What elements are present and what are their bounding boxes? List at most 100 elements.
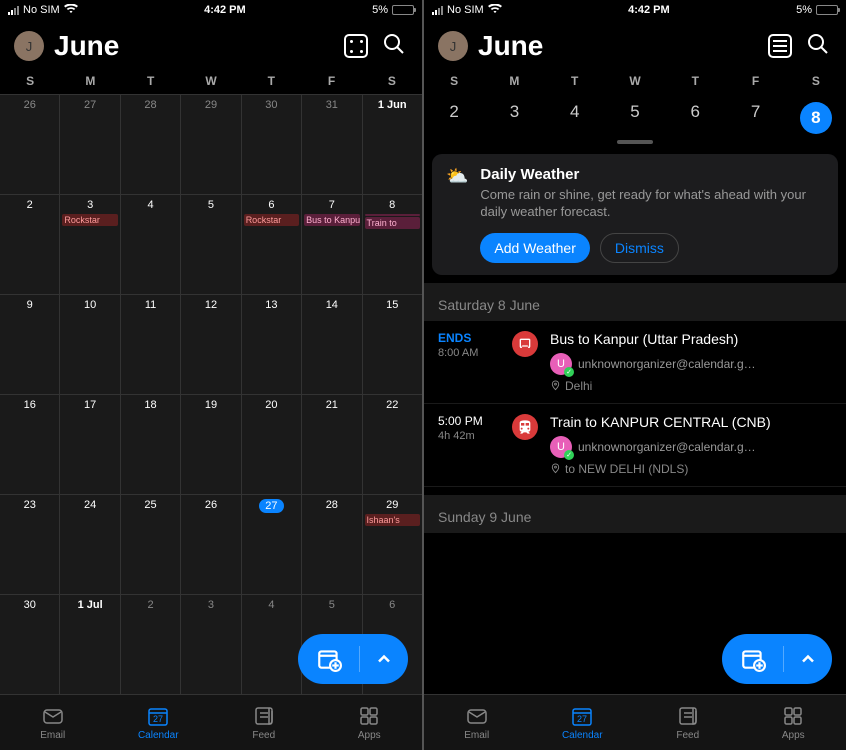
event-chip[interactable]: Train to: [365, 217, 420, 229]
day-cell[interactable]: 28: [121, 95, 181, 194]
add-weather-button[interactable]: Add Weather: [480, 233, 589, 263]
day-cell[interactable]: 9: [0, 295, 60, 394]
month-title[interactable]: June: [478, 30, 756, 62]
event-chip[interactable]: Rockstar: [244, 214, 299, 226]
new-event-button[interactable]: [722, 646, 784, 672]
week-date-row[interactable]: 2345678: [424, 94, 846, 146]
day-cell[interactable]: 20: [242, 395, 302, 494]
battery-percent: 5%: [372, 4, 388, 16]
week-row: 9101112131415: [0, 294, 422, 394]
day-cell[interactable]: 27: [242, 495, 302, 594]
tab-apps[interactable]: Apps: [317, 695, 423, 750]
week-date[interactable]: 7: [725, 102, 785, 134]
day-cell[interactable]: 2: [121, 595, 181, 694]
week-date[interactable]: 6: [665, 102, 725, 134]
week-date[interactable]: 8: [786, 102, 846, 134]
day-number: 14: [304, 297, 359, 313]
event-row[interactable]: 5:00 PM4h 42mTrain to KANPUR CENTRAL (CN…: [424, 404, 846, 487]
mail-icon: [465, 704, 489, 728]
day-cell[interactable]: 7Bus to Kanpur (Utt: [302, 195, 362, 294]
day-cell[interactable]: 3Rockstar: [60, 195, 120, 294]
search-button[interactable]: [804, 32, 832, 60]
tab-email[interactable]: Email: [424, 695, 530, 750]
day-cell[interactable]: 29Ishaan's: [363, 495, 422, 594]
day-cell[interactable]: 19: [181, 395, 241, 494]
day-cell[interactable]: 22: [363, 395, 422, 494]
search-button[interactable]: [380, 32, 408, 60]
day-number: 8: [365, 197, 420, 213]
day-cell[interactable]: 13: [242, 295, 302, 394]
month-grid[interactable]: 2627282930311 Jun23Rockstar456Rockstar7B…: [0, 94, 422, 694]
day-cell[interactable]: 4: [242, 595, 302, 694]
day-cell[interactable]: 25: [121, 495, 181, 594]
day-cell[interactable]: 10: [60, 295, 120, 394]
day-cell[interactable]: 18: [121, 395, 181, 494]
dismiss-weather-button[interactable]: Dismiss: [600, 233, 679, 263]
day-cell[interactable]: 3: [181, 595, 241, 694]
event-chip[interactable]: [365, 214, 420, 216]
tab-feed[interactable]: Feed: [211, 695, 317, 750]
weekday-label: T: [545, 74, 605, 88]
fab[interactable]: [298, 634, 408, 684]
tab-calendar[interactable]: 27Calendar: [530, 695, 636, 750]
section-header: Sunday 9 June: [424, 495, 846, 533]
month-view-button[interactable]: [342, 32, 370, 60]
day-cell[interactable]: 26: [181, 495, 241, 594]
day-cell[interactable]: 11: [121, 295, 181, 394]
day-cell[interactable]: 2: [0, 195, 60, 294]
bus-icon: [512, 331, 538, 357]
week-date[interactable]: 5: [605, 102, 665, 134]
day-cell[interactable]: 21: [302, 395, 362, 494]
day-cell[interactable]: 17: [60, 395, 120, 494]
tab-email[interactable]: Email: [0, 695, 106, 750]
fab-expand-button[interactable]: [784, 649, 832, 669]
day-cell[interactable]: 8 Train to: [363, 195, 422, 294]
weekday-label: S: [424, 74, 484, 88]
fab-expand-button[interactable]: [360, 649, 408, 669]
day-number: 25: [123, 497, 178, 513]
day-cell[interactable]: 4: [121, 195, 181, 294]
week-date[interactable]: 3: [484, 102, 544, 134]
event-row[interactable]: ENDS8:00 AMBus to Kanpur (Uttar Pradesh)…: [424, 321, 846, 404]
week-date[interactable]: 4: [545, 102, 605, 134]
event-chip[interactable]: Ishaan's: [365, 514, 420, 526]
calendar-icon: 27: [570, 704, 594, 728]
day-cell[interactable]: 26: [0, 95, 60, 194]
day-cell[interactable]: 16: [0, 395, 60, 494]
day-cell[interactable]: 29: [181, 95, 241, 194]
status-time: 4:42 PM: [628, 4, 670, 16]
day-number: 29: [365, 497, 420, 513]
week-date[interactable]: 2: [424, 102, 484, 134]
tab-feed[interactable]: Feed: [635, 695, 741, 750]
day-cell[interactable]: 5: [181, 195, 241, 294]
month-title[interactable]: June: [54, 30, 332, 62]
agenda-view-button[interactable]: [766, 32, 794, 60]
day-cell[interactable]: 28: [302, 495, 362, 594]
chevron-up-icon: [374, 649, 394, 669]
day-cell[interactable]: 1 Jun: [363, 95, 422, 194]
day-cell[interactable]: 1 Jul: [60, 595, 120, 694]
day-cell[interactable]: 31: [302, 95, 362, 194]
day-cell[interactable]: 14: [302, 295, 362, 394]
day-cell[interactable]: 12: [181, 295, 241, 394]
day-cell[interactable]: 27: [60, 95, 120, 194]
tab-calendar[interactable]: 27Calendar: [106, 695, 212, 750]
event-chip[interactable]: Bus to Kanpur (Utt: [304, 214, 359, 226]
day-cell[interactable]: 30: [0, 595, 60, 694]
day-cell[interactable]: 15: [363, 295, 422, 394]
day-cell[interactable]: 24: [60, 495, 120, 594]
day-cell[interactable]: 6Rockstar: [242, 195, 302, 294]
avatar[interactable]: J: [438, 31, 468, 61]
fab[interactable]: [722, 634, 832, 684]
day-cell[interactable]: 23: [0, 495, 60, 594]
event-location: to NEW DELHI (NDLS): [550, 462, 832, 476]
day-number: 3: [183, 597, 238, 613]
new-event-button[interactable]: [298, 646, 360, 672]
tab-apps[interactable]: Apps: [741, 695, 846, 750]
avatar[interactable]: J: [14, 31, 44, 61]
day-number: 28: [123, 97, 178, 113]
day-cell[interactable]: 30: [242, 95, 302, 194]
agenda-list[interactable]: ⛅Daily WeatherCome rain or shine, get re…: [424, 146, 846, 694]
drag-handle[interactable]: [617, 140, 653, 144]
event-chip[interactable]: Rockstar: [62, 214, 117, 226]
